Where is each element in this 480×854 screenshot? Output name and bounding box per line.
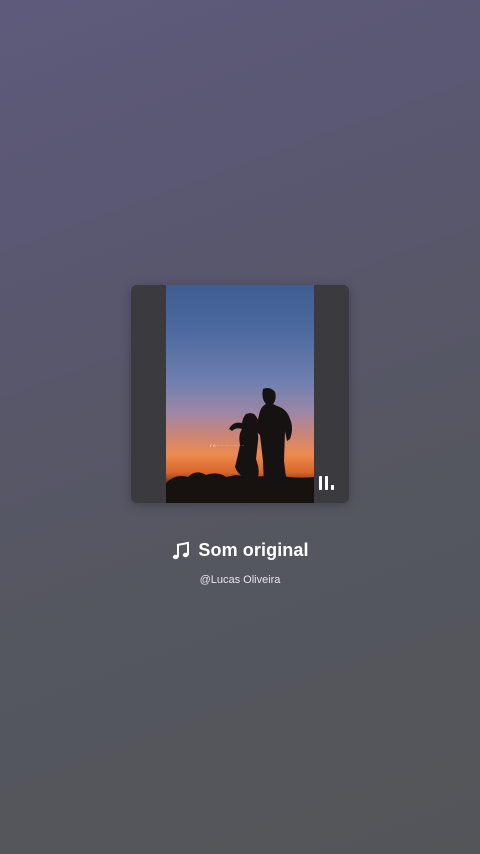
sound-title-row: Som original	[0, 540, 480, 561]
cover-lyric-caption: I' ñ ·· ·· ··· · ···· ···	[210, 443, 245, 448]
cover-image: I' ñ ·· ·· ··· · ···· ···	[166, 285, 314, 503]
album-cover-card[interactable]: I' ñ ·· ·· ··· · ···· ···	[131, 285, 349, 503]
sound-screen: I' ñ ·· ·· ··· · ···· ··· Som original @…	[0, 0, 480, 854]
pause-icon[interactable]	[317, 474, 335, 492]
silhouette-figures	[166, 388, 314, 503]
artist-username[interactable]: @Lucas Oliveira	[0, 574, 480, 586]
sound-title: Som original	[198, 540, 309, 560]
music-note-icon	[173, 541, 190, 559]
